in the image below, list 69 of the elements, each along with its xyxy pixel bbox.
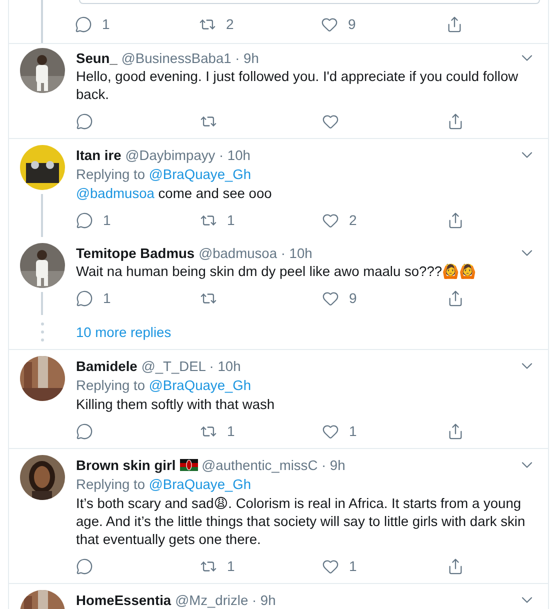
- heart-icon: [322, 558, 339, 574]
- replying-label: Replying to: [76, 167, 146, 182]
- mention-link[interactable]: @BraQuaye_Gh: [148, 378, 252, 393]
- mention-link[interactable]: @badmusoa: [76, 186, 154, 201]
- tweet-text: Hello, good evening. I just followed you. I'd appreciate if you could follow back.: [76, 68, 520, 104]
- replying-label: Replying to: [76, 477, 146, 492]
- like-button[interactable]: [322, 112, 339, 130]
- reply-icon: [76, 558, 93, 574]
- thread-line: [41, 292, 43, 315]
- user-name[interactable]: Itan ire: [76, 148, 122, 162]
- share-icon: [447, 112, 464, 130]
- tweet-text: It’s both scary and sad😩. Colorism is real in Africa. It starts from a young age. And it’s the little things that society will say to little girls with dark skin that eventually gets one there.: [76, 495, 526, 549]
- retweet-button[interactable]: 1: [200, 558, 235, 574]
- share-icon: [446, 16, 463, 32]
- reply-icon: [76, 422, 93, 440]
- reply-icon: [76, 112, 93, 130]
- reply-button[interactable]: [76, 558, 93, 574]
- mention-link[interactable]: @BraQuaye_Gh: [148, 477, 252, 492]
- like-button[interactable]: 9: [321, 16, 356, 32]
- mention-link[interactable]: @BraQuaye_Gh: [148, 167, 252, 182]
- tweet-text: Wait na human being skin dm dy peel like awo maalu so???🙆🙆: [76, 263, 478, 281]
- user-name[interactable]: Bamidele: [76, 358, 138, 374]
- share-button[interactable]: [447, 558, 464, 574]
- user-name[interactable]: Brown skin girl: [76, 458, 176, 472]
- handle-and-time: @Daybimpayy · 10h: [125, 148, 250, 162]
- share-button[interactable]: [447, 212, 464, 228]
- handle-and-time: @authentic_missC · 9h: [202, 458, 346, 472]
- retweet-button[interactable]: 1: [200, 422, 235, 440]
- handle-and-time: @badmusoa · 10h: [198, 246, 312, 260]
- tweet-text: Killing them softly with that wash: [76, 396, 276, 414]
- reply-button[interactable]: [76, 112, 93, 130]
- reply-button[interactable]: 1: [75, 16, 110, 32]
- share-button[interactable]: [446, 16, 463, 32]
- user-name[interactable]: HomeEssentia: [76, 592, 172, 608]
- more-replies-link[interactable]: 10 more replies: [75, 324, 172, 340]
- heart-icon: [322, 112, 339, 130]
- share-icon: [447, 290, 464, 306]
- thread-line: [41, 194, 43, 237]
- reply-icon: [75, 16, 92, 32]
- handle-and-time: @_T_DEL · 10h: [141, 358, 241, 374]
- share-button[interactable]: [447, 112, 464, 130]
- share-icon: [447, 558, 464, 574]
- reply-button[interactable]: 1: [76, 290, 111, 306]
- share-icon: [447, 422, 464, 440]
- reply-icon: [76, 212, 93, 228]
- heart-icon: [322, 290, 339, 306]
- like-button[interactable]: 2: [322, 212, 357, 228]
- share-button[interactable]: [447, 422, 464, 440]
- heart-icon: [321, 16, 338, 32]
- heart-icon: [322, 422, 339, 440]
- handle-and-time: @BusinessBaba1 · 9h: [121, 50, 259, 66]
- like-button[interactable]: 1: [322, 422, 357, 440]
- heart-icon: [322, 212, 339, 228]
- replying-label: Replying to: [76, 378, 146, 393]
- thread-line: [41, 0, 43, 43]
- dotted-line-icon: [40, 322, 44, 342]
- reply-icon: [76, 290, 93, 306]
- like-button[interactable]: 1: [322, 558, 357, 574]
- retweet-button[interactable]: 2: [199, 16, 234, 32]
- user-name[interactable]: Seun_: [76, 50, 118, 66]
- like-button[interactable]: 9: [322, 290, 357, 306]
- reply-button[interactable]: [76, 422, 93, 440]
- reply-button[interactable]: 1: [76, 212, 111, 228]
- share-icon: [447, 212, 464, 228]
- handle-and-time: @Mz_drizle · 9h: [175, 592, 276, 608]
- retweet-button[interactable]: 1: [200, 212, 235, 228]
- share-button[interactable]: [447, 290, 464, 306]
- tweet-text: @badmusoa come and see ooo: [76, 185, 273, 203]
- user-name[interactable]: Temitope Badmus: [76, 246, 195, 260]
